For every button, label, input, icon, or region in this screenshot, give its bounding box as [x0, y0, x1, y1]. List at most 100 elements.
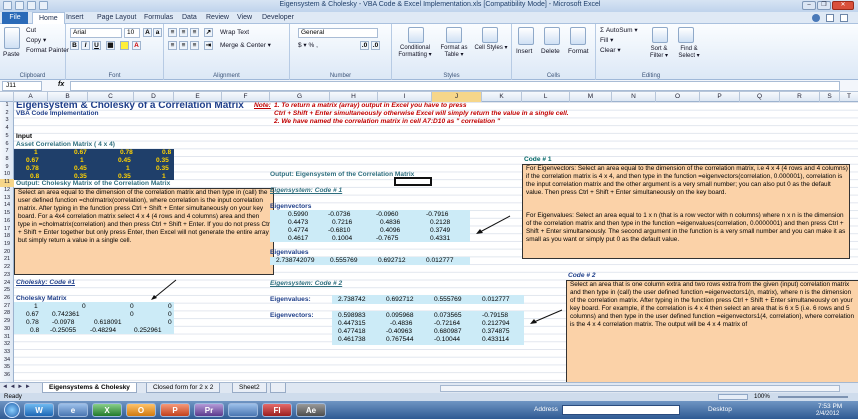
- chol-cell[interactable]: 1: [34, 303, 38, 311]
- evec2-cell[interactable]: 0.374875: [482, 328, 510, 336]
- corr-cell[interactable]: 0.45: [74, 165, 87, 173]
- cut-button[interactable]: Cut: [26, 27, 36, 35]
- row-header[interactable]: 4: [0, 125, 14, 133]
- evec-cell[interactable]: 0.3749: [430, 227, 450, 235]
- evec2-cell[interactable]: -0.40963: [386, 328, 412, 336]
- insert-function-icon[interactable]: fx: [58, 81, 64, 88]
- worksheet-grid[interactable]: Eigensystem & Cholesky of a Correlation …: [14, 102, 858, 382]
- column-header[interactable]: J: [432, 92, 482, 102]
- view-buttons-icon[interactable]: [718, 394, 748, 400]
- evec-cell[interactable]: -0.7916: [426, 211, 448, 219]
- find-select-button[interactable]: Find & Select ▾: [674, 46, 704, 60]
- evec-cell[interactable]: -0.0960: [376, 211, 398, 219]
- row-header[interactable]: 3: [0, 117, 14, 125]
- sheet-tab-closed-form[interactable]: Closed form for 2 x 2: [146, 383, 221, 393]
- fl-taskbar-icon[interactable]: Fl: [262, 403, 292, 417]
- chol-cell[interactable]: 0.252961: [134, 327, 162, 335]
- row-header[interactable]: 5: [0, 133, 14, 141]
- excel-taskbar-icon[interactable]: X: [92, 403, 122, 417]
- row-header[interactable]: 30: [0, 326, 14, 334]
- sheet-tab-sheet2[interactable]: Sheet2: [232, 383, 267, 393]
- row-header[interactable]: 36: [0, 372, 14, 380]
- insert-button[interactable]: Insert: [516, 48, 532, 56]
- row-header[interactable]: 20: [0, 249, 14, 257]
- start-button-icon[interactable]: [4, 402, 20, 418]
- row-header[interactable]: 31: [0, 334, 14, 342]
- evec2-cell[interactable]: -0.72164: [434, 320, 460, 328]
- evec2-cell[interactable]: 0.095968: [386, 312, 414, 320]
- corr-cell[interactable]: 0.78: [26, 165, 39, 173]
- corr-cell[interactable]: 0.45: [118, 157, 131, 165]
- evec2-cell[interactable]: 0.212794: [482, 320, 510, 328]
- corr-cell[interactable]: 1: [34, 149, 38, 157]
- sheet-nav-arrows-icon[interactable]: ◄ ◄ ► ►: [2, 384, 31, 390]
- tab-formulas[interactable]: Formulas: [144, 12, 173, 24]
- evec2-cell[interactable]: 0.767544: [386, 336, 414, 344]
- tab-home[interactable]: Home: [32, 12, 65, 24]
- decrease-decimal-icon[interactable]: .0: [371, 41, 380, 50]
- formula-input[interactable]: [70, 81, 840, 91]
- row-header[interactable]: 18: [0, 233, 14, 241]
- help-icon[interactable]: [812, 14, 820, 22]
- corr-cell[interactable]: 0.35: [156, 157, 169, 165]
- eval-cell[interactable]: 0.555769: [330, 257, 358, 265]
- grow-font-icon[interactable]: A: [143, 28, 152, 37]
- align-top-icon[interactable]: ≡: [168, 28, 177, 37]
- column-header[interactable]: D: [134, 92, 174, 102]
- tab-page-layout[interactable]: Page Layout: [97, 12, 136, 24]
- evec-cell[interactable]: 0.2128: [430, 219, 450, 227]
- sort-filter-icon[interactable]: [652, 27, 668, 43]
- paste-icon[interactable]: [4, 27, 20, 49]
- row-header[interactable]: 15: [0, 210, 14, 218]
- align-middle-icon[interactable]: ≡: [179, 28, 188, 37]
- desktop-toolbar[interactable]: Desktop: [708, 406, 732, 413]
- outlook-taskbar-icon[interactable]: O: [126, 403, 156, 417]
- row-header[interactable]: 9: [0, 164, 14, 172]
- column-header[interactable]: Q: [740, 92, 780, 102]
- font-size-select[interactable]: 10: [124, 28, 140, 38]
- corr-cell[interactable]: 1: [126, 165, 130, 173]
- row-header[interactable]: 12: [0, 187, 14, 195]
- row-header[interactable]: 7: [0, 148, 14, 156]
- column-header[interactable]: O: [656, 92, 700, 102]
- font-name-select[interactable]: Arial: [70, 28, 122, 38]
- delete-icon[interactable]: [544, 27, 560, 45]
- chol-cell[interactable]: 0: [168, 303, 172, 311]
- row-header[interactable]: 1: [0, 102, 14, 110]
- evec2-cell[interactable]: -0.4836: [390, 320, 412, 328]
- fill-button[interactable]: Fill ▾: [600, 37, 613, 45]
- corr-cell[interactable]: 0.67: [74, 149, 87, 157]
- sort-filter-button[interactable]: Sort & Filter ▾: [644, 46, 674, 60]
- align-left-icon[interactable]: ≡: [168, 41, 177, 50]
- clear-button[interactable]: Clear ▾: [600, 47, 621, 55]
- row-header[interactable]: 13: [0, 195, 14, 203]
- corr-cell[interactable]: 0.78: [120, 149, 133, 157]
- chol-cell[interactable]: 0.78: [26, 319, 39, 327]
- chol-cell[interactable]: 0.67: [26, 311, 39, 319]
- row-header[interactable]: 32: [0, 341, 14, 349]
- column-header[interactable]: K: [482, 92, 522, 102]
- save-icon[interactable]: [15, 1, 24, 10]
- chol-cell[interactable]: 0: [168, 319, 172, 327]
- tab-data[interactable]: Data: [182, 12, 197, 24]
- format-as-table-icon[interactable]: [446, 27, 462, 43]
- column-header[interactable]: A: [14, 92, 48, 102]
- align-bottom-icon[interactable]: ≡: [190, 28, 199, 37]
- merge-center-button[interactable]: Merge & Center ▾: [220, 42, 271, 50]
- evec2-cell[interactable]: 0.433114: [482, 336, 509, 344]
- conditional-formatting-button[interactable]: Conditional Formatting ▾: [394, 45, 436, 59]
- row-header[interactable]: 17: [0, 226, 14, 234]
- font-color-icon[interactable]: A: [132, 41, 141, 50]
- tab-insert[interactable]: Insert: [66, 12, 84, 24]
- evec2-cell[interactable]: 0.447315: [338, 320, 366, 328]
- row-header[interactable]: 29: [0, 318, 14, 326]
- address-input[interactable]: [562, 405, 680, 415]
- chol-cell[interactable]: 0.8: [30, 327, 39, 335]
- eval2-cell[interactable]: 0.012777: [482, 296, 510, 304]
- evec-cell[interactable]: 0.1004: [332, 235, 352, 243]
- tab-review[interactable]: Review: [206, 12, 229, 24]
- chol-cell[interactable]: 0.742361: [52, 311, 80, 319]
- evec-cell[interactable]: -0.0736: [328, 211, 350, 219]
- column-header[interactable]: F: [222, 92, 270, 102]
- sheet-tab-eigensystems[interactable]: Eigensystems & Cholesky: [42, 383, 137, 393]
